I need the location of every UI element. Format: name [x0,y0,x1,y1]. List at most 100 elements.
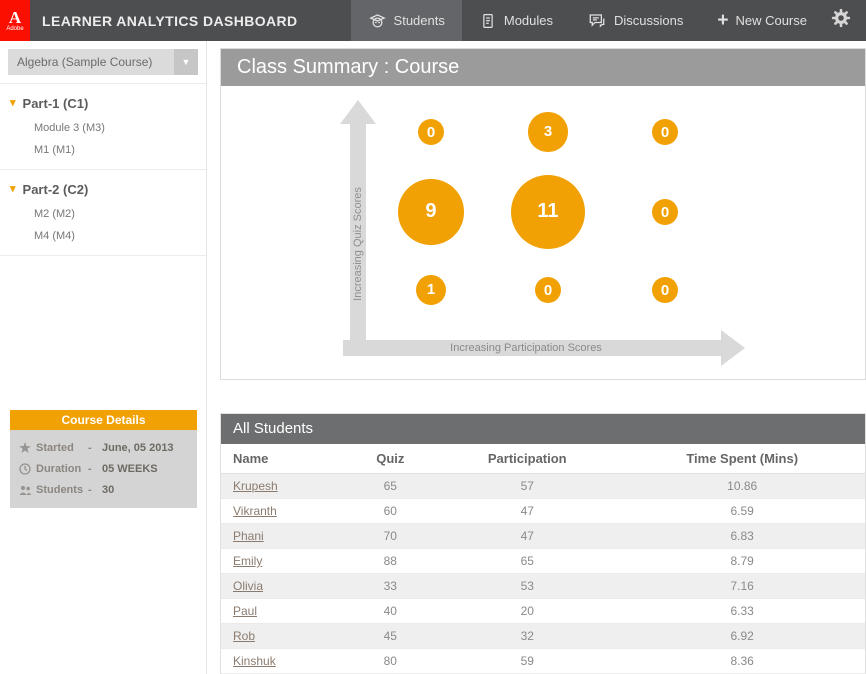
nav-item-label: Discussions [614,13,683,28]
chevron-down-icon: ▼ [174,49,198,75]
table-header-row: Name Quiz Participation Time Spent (Mins… [221,444,865,474]
x-axis-label: Increasing Participation Scores [450,342,602,354]
table-cell: Phani [221,524,345,549]
bubble[interactable]: 0 [652,119,678,145]
student-link[interactable]: Olivia [233,579,263,593]
table-cell: Olivia [221,574,345,599]
student-link[interactable]: Vikranth [233,504,277,518]
detail-row-duration: Duration - 05 WEEKS [10,458,197,479]
table-row: Vikranth60476.59 [221,499,865,524]
adobe-logo[interactable]: A Adobe [0,0,30,41]
discussions-icon [587,11,607,30]
table-cell: 47 [435,524,619,549]
nav-item-students[interactable]: Students [351,0,462,41]
bubble[interactable]: 0 [535,277,561,303]
table-cell: 6.33 [619,599,865,624]
table-cell: 20 [435,599,619,624]
table-cell: 65 [345,474,435,499]
bubble[interactable]: 0 [652,277,678,303]
settings-button[interactable] [830,7,852,34]
table-row: Phani70476.83 [221,524,865,549]
bubble[interactable]: 9 [398,179,464,245]
table-cell: 53 [435,574,619,599]
student-link[interactable]: Rob [233,629,255,643]
bubble-chart-area: Increasing Quiz Scores Increasing Partic… [221,86,865,379]
tree-expand-icon: ▾ [10,98,16,109]
star-icon [19,442,36,454]
table-cell: 8.79 [619,549,865,574]
nav-item-label: Students [394,13,445,28]
table-cell: 88 [345,549,435,574]
column-header-time-spent[interactable]: Time Spent (Mins) [619,444,865,474]
table-cell: 6.92 [619,624,865,649]
table-cell: Rob [221,624,345,649]
bubble[interactable]: 0 [418,119,444,145]
nav-item-label: New Course [735,13,807,28]
chart-title: Class Summary : Course [221,49,865,86]
table-cell: 65 [435,549,619,574]
student-link[interactable]: Kinshuk [233,654,276,668]
table-row: Kinshuk80598.36 [221,649,865,674]
table-cell: 80 [345,649,435,674]
table-cell: 10.86 [619,474,865,499]
students-table-panel: All Students Name Quiz Participation Tim… [220,413,866,674]
student-link[interactable]: Krupesh [233,479,278,493]
adobe-logo-letter: A [9,9,21,26]
table-cell: 7.16 [619,574,865,599]
students-table: Name Quiz Participation Time Spent (Mins… [221,444,865,674]
tree-item-module3[interactable]: Module 3 (M3) [0,117,206,139]
tree-group-part1: ▾ Part-1 (C1) Module 3 (M3) M1 (M1) [0,84,206,170]
detail-label: Duration [36,463,88,475]
people-icon [19,484,36,496]
nav-item-new-course[interactable]: + New Course [700,0,824,41]
course-select-value: Algebra (Sample Course) [8,55,174,69]
table-cell: Vikranth [221,499,345,524]
table-row: Krupesh655710.86 [221,474,865,499]
detail-row-started: Started - June, 05 2013 [10,437,197,458]
tree-item-label: Part-2 (C2) [23,182,89,197]
bubble[interactable]: 0 [652,199,678,225]
column-header-participation[interactable]: Participation [435,444,619,474]
table-row: Paul40206.33 [221,599,865,624]
detail-label: Started [36,442,88,454]
table-title: All Students [221,414,865,444]
topbar: A Adobe LEARNER ANALYTICS DASHBOARD Stud… [0,0,866,41]
bubble[interactable]: 1 [416,275,446,305]
nav-item-discussions[interactable]: Discussions [570,0,700,41]
student-link[interactable]: Phani [233,529,264,543]
table-row: Emily 88658.79 [221,549,865,574]
table-cell: 45 [345,624,435,649]
table-cell: Krupesh [221,474,345,499]
table-cell: 70 [345,524,435,549]
table-cell: Kinshuk [221,649,345,674]
student-link[interactable]: Paul [233,604,257,618]
tree-item-m2[interactable]: M2 (M2) [0,203,206,225]
table-cell: Emily [221,549,345,574]
course-select-dropdown[interactable]: Algebra (Sample Course) ▼ [8,49,198,75]
column-header-quiz[interactable]: Quiz [345,444,435,474]
course-details-body: Started - June, 05 2013 Duration - 05 WE… [10,430,197,508]
sidebar: Algebra (Sample Course) ▼ ▾ Part-1 (C1) … [0,41,207,674]
column-header-name[interactable]: Name [221,444,345,474]
class-summary-panel: Class Summary : Course Increasing Quiz S… [220,48,866,380]
course-details-panel: Course Details Started - June, 05 2013 [10,410,197,508]
tree-item-part2[interactable]: ▾ Part-2 (C2) [0,176,206,203]
nav-item-label: Modules [504,13,553,28]
gear-icon [830,7,852,34]
student-link[interactable]: Emily [233,554,262,568]
tree-item-part1[interactable]: ▾ Part-1 (C1) [0,90,206,117]
clock-icon [19,463,36,475]
students-icon [368,11,387,30]
tree-group-part2: ▾ Part-2 (C2) M2 (M2) M4 (M4) [0,170,206,256]
detail-value: June, 05 2013 [102,442,174,454]
nav-item-modules[interactable]: Modules [462,0,570,41]
tree-item-m4[interactable]: M4 (M4) [0,225,206,247]
tree-item-label: Part-1 (C1) [23,96,89,111]
bubble[interactable]: 11 [511,175,585,249]
bubble[interactable]: 3 [528,112,567,151]
plus-icon: + [717,12,728,30]
tree-item-m1[interactable]: M1 (M1) [0,139,206,161]
app-title: LEARNER ANALYTICS DASHBOARD [42,13,298,29]
detail-row-students: Students - 30 [10,479,197,500]
modules-icon [479,12,497,30]
